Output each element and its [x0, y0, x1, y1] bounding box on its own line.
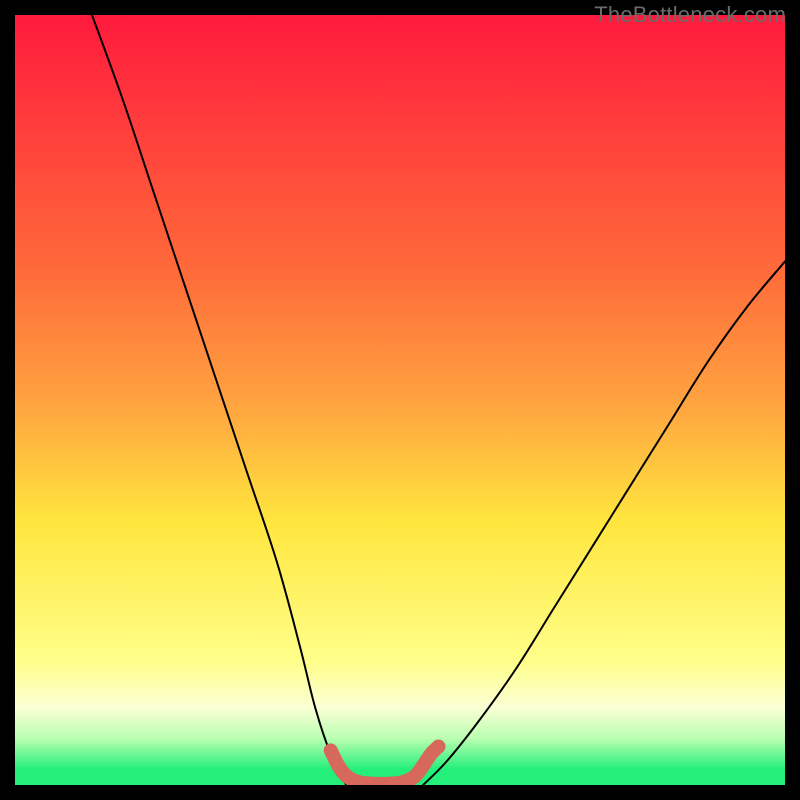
- curves-layer: [15, 15, 785, 785]
- plot-area: [15, 15, 785, 785]
- chart-frame: TheBottleneck.com: [0, 0, 800, 800]
- valley-accent: [331, 747, 439, 784]
- watermark-text: TheBottleneck.com: [594, 2, 786, 28]
- left-curve: [92, 15, 346, 785]
- right-curve: [423, 261, 785, 785]
